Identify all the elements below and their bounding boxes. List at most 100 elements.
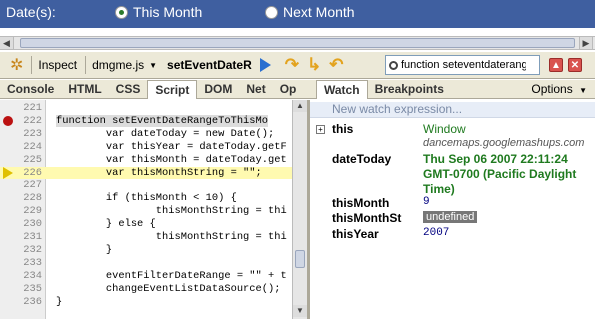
- search-input[interactable]: [401, 59, 526, 71]
- tab-options-more[interactable]: Op: [273, 80, 297, 99]
- source-line[interactable]: 231 thisMonthString = thi: [0, 231, 292, 243]
- source-line[interactable]: 222 function setEventDateRangeToThisMo: [0, 114, 292, 127]
- code-text: changeEventListDataSource();: [56, 282, 281, 295]
- execution-pointer-icon: [3, 166, 13, 179]
- source-line[interactable]: 229 thisMonthString = thi: [0, 205, 292, 217]
- scroll-thumb[interactable]: [20, 38, 575, 48]
- panel-tabs: Console HTML CSS Script DOM Net Op: [0, 80, 310, 99]
- source-vertical-scrollbar[interactable]: ▲ ▼: [292, 100, 307, 319]
- line-number[interactable]: 225: [14, 154, 42, 166]
- watch-value-line: Time): [423, 182, 455, 196]
- tab-watch[interactable]: Watch: [316, 80, 368, 99]
- source-line[interactable]: 230 } else {: [0, 218, 292, 230]
- search-field[interactable]: [385, 55, 540, 75]
- tab-console[interactable]: Console: [0, 80, 61, 99]
- line-number[interactable]: 223: [14, 128, 42, 140]
- line-number[interactable]: 230: [14, 218, 42, 230]
- source-line[interactable]: 227: [0, 179, 292, 191]
- toolbar-divider: [31, 56, 33, 74]
- watch-value: 9: [423, 196, 430, 208]
- line-number[interactable]: 229: [14, 205, 42, 217]
- watch-value: Window: [423, 122, 466, 136]
- inspect-button[interactable]: Inspect: [38, 58, 77, 72]
- source-line[interactable]: 236}: [0, 296, 292, 308]
- scroll-left-icon[interactable]: ◀: [0, 37, 14, 49]
- source-view[interactable]: 221 222 function setEventDateRangeToThisMo…: [0, 100, 292, 319]
- line-number[interactable]: 228: [14, 192, 42, 204]
- watch-value: 2007: [423, 227, 450, 239]
- tab-net[interactable]: Net: [239, 80, 272, 99]
- watch-value-line: GMT-0700 (Pacific Daylight: [423, 167, 577, 181]
- radio-unselected-icon: [265, 5, 278, 19]
- watch-name: this: [332, 122, 354, 136]
- side-panel-tabs: Watch Breakpoints Options ▼: [310, 80, 595, 99]
- line-number[interactable]: 222: [14, 115, 42, 127]
- watch-value[interactable]: undefined: [423, 211, 478, 223]
- code-text: var dateToday = new Date();: [56, 127, 275, 140]
- scroll-up-icon[interactable]: ▲: [293, 100, 307, 112]
- date-range-label: Date(s):: [6, 4, 56, 20]
- line-number[interactable]: 233: [14, 257, 42, 269]
- radio-this-month-label: This Month: [133, 4, 203, 20]
- line-number[interactable]: 232: [14, 244, 42, 256]
- continue-icon[interactable]: [259, 58, 271, 72]
- new-watch-expression[interactable]: New watch expression...: [310, 102, 595, 118]
- horizontal-scrollbar[interactable]: ◀ ▶: [0, 36, 595, 50]
- step-out-icon[interactable]: ↶: [329, 55, 343, 75]
- line-number[interactable]: 231: [14, 231, 42, 243]
- function-breadcrumb[interactable]: setEventDateR: [167, 58, 252, 72]
- chevron-down-icon: ▼: [579, 86, 587, 95]
- code-text: var thisMonthString = "";: [56, 166, 262, 179]
- radio-next-month[interactable]: Next Month: [265, 4, 355, 20]
- source-line[interactable]: 228 if (thisMonth < 10) {: [0, 192, 292, 204]
- line-number[interactable]: 235: [14, 283, 42, 295]
- options-menu[interactable]: Options ▼: [531, 82, 587, 96]
- code-text: }: [56, 243, 113, 256]
- minimize-icon[interactable]: ▲: [549, 58, 563, 72]
- line-number[interactable]: 236: [14, 296, 42, 308]
- source-line[interactable]: 221: [0, 102, 292, 114]
- watch-subvalue: dancemaps.googlemashups.com: [423, 137, 585, 149]
- breakpoint-icon[interactable]: [3, 115, 13, 126]
- step-over-icon[interactable]: ↷: [285, 55, 299, 75]
- chevron-down-icon: ▼: [149, 60, 158, 70]
- source-line[interactable]: 224 var thisYear = dateToday.getF: [0, 141, 292, 153]
- line-number[interactable]: 234: [14, 270, 42, 282]
- file-name: dmgme.js: [92, 58, 145, 72]
- step-into-icon[interactable]: ↳: [307, 55, 321, 75]
- close-icon[interactable]: ✕: [568, 58, 582, 72]
- line-number[interactable]: 227: [14, 179, 42, 191]
- code-text: eventFilterDateRange = "" + t: [56, 269, 287, 282]
- tab-script[interactable]: Script: [147, 80, 198, 99]
- toolbar-divider: [85, 56, 87, 74]
- radio-this-month[interactable]: This Month: [115, 4, 202, 20]
- radio-next-month-label: Next Month: [283, 4, 355, 20]
- source-line[interactable]: 225 var thisMonth = dateToday.get: [0, 154, 292, 166]
- firebug-bug-icon[interactable]: ✲: [10, 55, 23, 75]
- source-line[interactable]: 223 var dateToday = new Date();: [0, 128, 292, 140]
- scroll-down-icon[interactable]: ▼: [293, 305, 307, 317]
- options-label: Options: [531, 82, 573, 96]
- source-line[interactable]: 235 changeEventListDataSource();: [0, 283, 292, 295]
- tab-html[interactable]: HTML: [61, 80, 108, 99]
- expand-icon[interactable]: +: [316, 125, 325, 134]
- line-number[interactable]: 226: [14, 167, 42, 179]
- source-line[interactable]: 226 var thisMonthString = "";: [0, 166, 292, 179]
- tab-css[interactable]: CSS: [109, 80, 148, 99]
- radio-selected-icon: [115, 5, 128, 19]
- scroll-right-icon[interactable]: ▶: [579, 37, 593, 49]
- code-text: }: [56, 295, 63, 308]
- watch-name: dateToday: [332, 152, 392, 166]
- watch-name: thisMonth: [332, 196, 390, 210]
- line-number[interactable]: 224: [14, 141, 42, 153]
- source-line[interactable]: 232 }: [0, 244, 292, 256]
- tab-breakpoints[interactable]: Breakpoints: [368, 80, 451, 99]
- line-number[interactable]: 221: [14, 102, 42, 114]
- source-line[interactable]: 233: [0, 257, 292, 269]
- tab-dom[interactable]: DOM: [197, 80, 239, 99]
- file-selector[interactable]: dmgme.js ▼: [92, 58, 157, 72]
- scroll-thumb[interactable]: [295, 250, 305, 268]
- firebug-toolbar: ✲ Inspect dmgme.js ▼ setEventDateR ↷ ↳ ↶…: [0, 52, 595, 79]
- source-line[interactable]: 234 eventFilterDateRange = "" + t: [0, 270, 292, 282]
- code-text: thisMonthString = thi: [56, 205, 287, 218]
